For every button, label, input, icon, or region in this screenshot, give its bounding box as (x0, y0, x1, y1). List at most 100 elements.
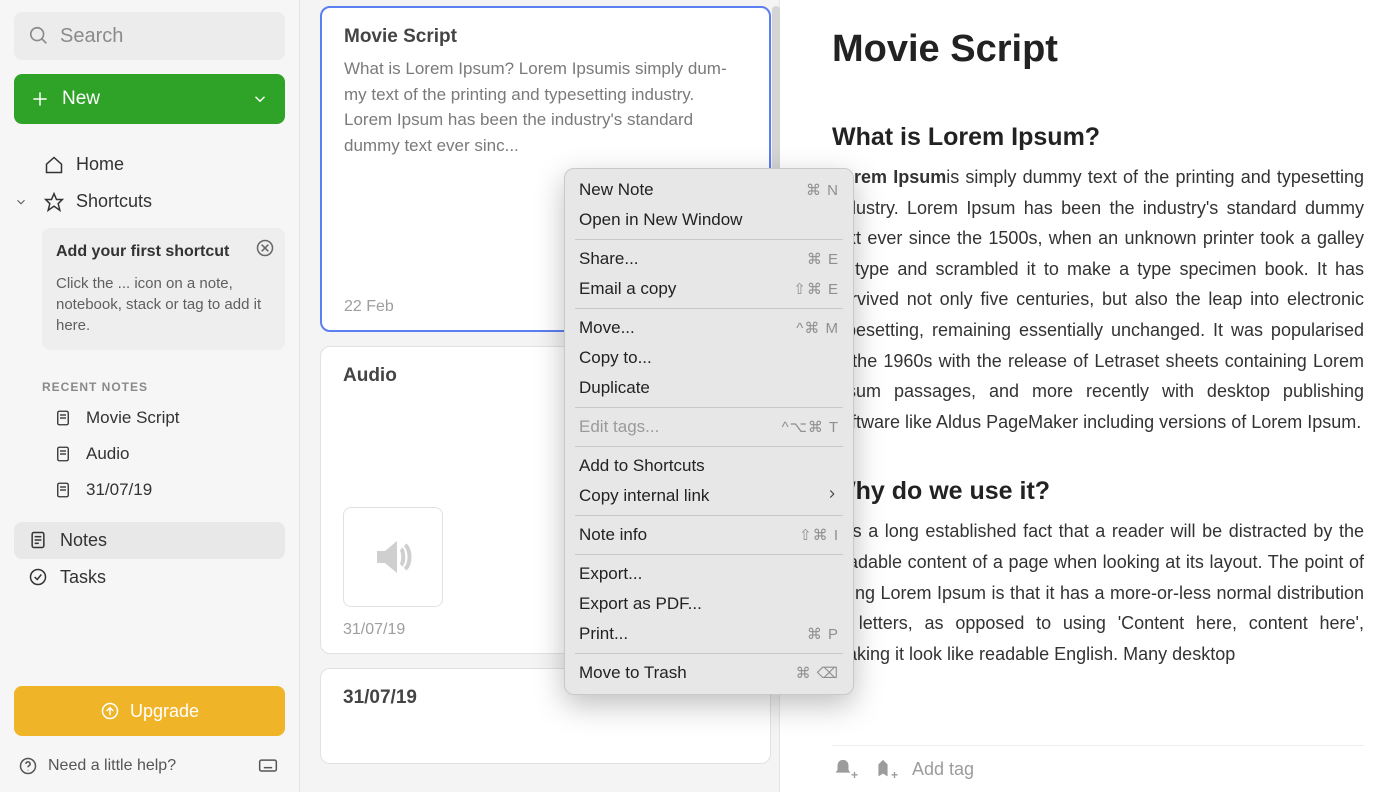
upgrade-button[interactable]: Upgrade (14, 686, 285, 736)
recent-item-label: Movie Script (86, 408, 180, 428)
context-menu: New Note ⌘ N Open in New Window Share... ⌘ E… (564, 168, 854, 695)
search-placeholder: Search (60, 25, 123, 48)
chevron-down-icon[interactable] (14, 195, 28, 209)
shortcut-hint-body: Click the ... icon on a note, notebook, … (56, 273, 271, 336)
context-menu-item-label: Copy to... (579, 348, 652, 368)
context-menu-item-label: New Note (579, 180, 654, 200)
context-menu-shortcut: ⌘ P (807, 625, 839, 643)
note-card-preview: What is Lorem Ipsum? Lorem Ipsumis simpl… (344, 56, 747, 158)
context-menu-item-label: Export as PDF... (579, 594, 702, 614)
recent-item[interactable]: 31/07/19 (14, 472, 285, 508)
recent-notes-header: RECENT NOTES (14, 362, 285, 400)
context-menu-item-label: Note info (579, 525, 647, 545)
speaker-icon (369, 533, 417, 581)
context-menu-item-label: Duplicate (579, 378, 650, 398)
tasks-icon (28, 567, 48, 587)
context-menu-item[interactable]: Print... ⌘ P (565, 619, 853, 649)
context-menu-shortcut: ⌘ E (807, 250, 839, 268)
context-menu-item-label: Move... (579, 318, 635, 338)
add-tag-input[interactable]: Add tag (912, 759, 974, 780)
star-icon (44, 192, 64, 212)
close-icon[interactable] (255, 238, 275, 258)
plus-icon (30, 89, 50, 109)
recent-item[interactable]: Movie Script (14, 400, 285, 436)
context-menu-item[interactable]: Move... ^⌘ M (565, 313, 853, 343)
context-menu-item-label: Add to Shortcuts (579, 456, 705, 476)
audio-thumbnail (343, 507, 443, 607)
context-menu-shortcut: ⇧⌘ E (793, 280, 839, 298)
note-paragraph[interactable]: Lorem Ipsumis simply dummy text of the p… (832, 162, 1364, 437)
context-menu-item[interactable]: Move to Trash ⌘ ⌫ (565, 658, 853, 688)
context-menu-item: Edit tags... ^⌥⌘ T (565, 412, 853, 442)
nav-shortcuts-label: Shortcuts (76, 191, 152, 212)
context-menu-item-label: Print... (579, 624, 628, 644)
context-menu-item[interactable]: Share... ⌘ E (565, 244, 853, 274)
tag-icon[interactable]: + (872, 758, 894, 780)
sidebar: Search New Home (0, 0, 300, 792)
shortcut-hint: Add your first shortcut Click the ... ic… (42, 228, 285, 350)
notes-icon (28, 530, 48, 550)
context-menu-shortcut: ^⌘ M (796, 319, 839, 337)
context-menu-item[interactable]: Copy to... (565, 343, 853, 373)
context-menu-item[interactable]: Email a copy ⇧⌘ E (565, 274, 853, 304)
nav-home-label: Home (76, 154, 124, 175)
recent-item-label: Audio (86, 444, 129, 464)
recent-item-label: 31/07/19 (86, 480, 152, 500)
context-menu-item[interactable]: Copy internal link (565, 481, 853, 511)
new-button-label: New (62, 88, 100, 110)
nav-notes-label: Notes (60, 530, 107, 551)
note-card-title: Movie Script (344, 26, 747, 48)
keyboard-icon[interactable] (255, 756, 281, 776)
context-menu-item-label: Open in New Window (579, 210, 742, 230)
context-menu-separator (575, 308, 843, 309)
note-title[interactable]: Movie Script (832, 28, 1364, 71)
note-heading[interactable]: Why do we use it? (832, 477, 1364, 506)
context-menu-item[interactable]: Add to Shortcuts (565, 451, 853, 481)
context-menu-separator (575, 515, 843, 516)
shortcut-hint-title: Add your first shortcut (56, 242, 271, 263)
nav-home[interactable]: Home (14, 146, 285, 183)
editor-footer: + + Add tag (832, 745, 1364, 792)
context-menu-shortcut: ^⌥⌘ T (782, 418, 839, 436)
help-link[interactable]: Need a little help? (18, 756, 176, 776)
nav-tasks[interactable]: Tasks (14, 559, 285, 596)
recent-item[interactable]: Audio (14, 436, 285, 472)
context-menu-separator (575, 407, 843, 408)
context-menu-separator (575, 239, 843, 240)
upgrade-icon (100, 701, 120, 721)
context-menu-item[interactable]: Note info ⇧⌘ I (565, 520, 853, 550)
context-menu-separator (575, 653, 843, 654)
context-menu-item[interactable]: New Note ⌘ N (565, 175, 853, 205)
context-menu-item-label: Email a copy (579, 279, 676, 299)
editor: Movie Script What is Lorem Ipsum? Lorem … (780, 0, 1400, 792)
note-icon (54, 481, 72, 499)
context-menu-shortcut: ⌘ ⌫ (796, 664, 839, 682)
context-menu-item[interactable]: Export... (565, 559, 853, 589)
context-menu-item[interactable]: Duplicate (565, 373, 853, 403)
chevron-right-icon (825, 486, 839, 506)
home-icon (44, 155, 64, 175)
context-menu-item-label: Share... (579, 249, 639, 269)
search-input[interactable]: Search (14, 12, 285, 60)
context-menu-item-label: Export... (579, 564, 642, 584)
context-menu-item-label: Move to Trash (579, 663, 687, 683)
reminder-icon[interactable]: + (832, 758, 854, 780)
search-icon (28, 25, 50, 47)
nav-notes[interactable]: Notes (14, 522, 285, 559)
chevron-down-icon[interactable] (251, 90, 269, 108)
note-icon (54, 409, 72, 427)
help-label: Need a little help? (48, 757, 176, 775)
context-menu-item-label: Copy internal link (579, 486, 709, 506)
note-heading[interactable]: What is Lorem Ipsum? (832, 123, 1364, 152)
new-button[interactable]: New (14, 74, 285, 124)
upgrade-label: Upgrade (130, 701, 199, 722)
context-menu-item-label: Edit tags... (579, 417, 659, 437)
note-paragraph[interactable]: It is a long established fact that a rea… (832, 516, 1364, 669)
context-menu-shortcut: ⌘ N (806, 181, 839, 199)
context-menu-separator (575, 554, 843, 555)
context-menu-item[interactable]: Open in New Window (565, 205, 853, 235)
nav-shortcuts[interactable]: Shortcuts (32, 183, 285, 220)
context-menu-shortcut: ⇧⌘ I (799, 526, 839, 544)
context-menu-item[interactable]: Export as PDF... (565, 589, 853, 619)
nav-tasks-label: Tasks (60, 567, 106, 588)
